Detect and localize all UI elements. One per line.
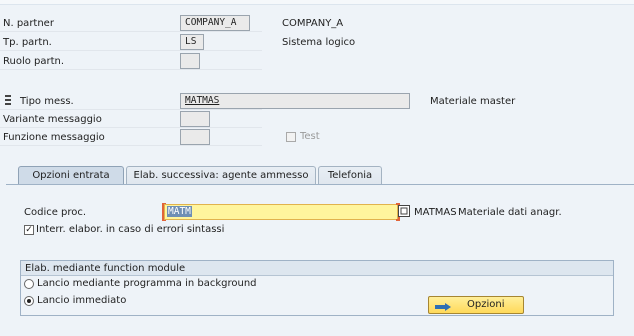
partner-no-desc: COMPANY_A [282, 18, 344, 29]
required-field-icon [4, 95, 12, 107]
message-function-label: Funzione messaggio [3, 132, 105, 143]
opzioni-button[interactable]: Opzioni [428, 296, 524, 314]
radio-immediate[interactable] [24, 296, 34, 306]
message-variant-label: Variante messaggio [3, 114, 102, 125]
arrow-right-icon [435, 301, 451, 311]
top-band [0, 0, 634, 5]
partner-type-label: Tp. partn. [3, 37, 52, 48]
row-divider [0, 145, 262, 146]
value-help-icon[interactable] [398, 205, 410, 217]
partner-role-label: Ruolo partn. [3, 56, 65, 67]
syntax-error-label: Interr. elabor. in caso di errori sintas… [36, 224, 225, 235]
tab-elab-successiva[interactable]: Elab. successiva: agente ammesso [126, 166, 316, 185]
message-type-label: Tipo mess. [20, 96, 74, 107]
row-divider [0, 50, 262, 51]
tab-opzioni-entrata[interactable]: Opzioni entrata [18, 166, 124, 185]
row-divider [0, 127, 262, 128]
row-divider [0, 31, 262, 32]
test-label: Test [300, 131, 320, 142]
message-function-field[interactable] [180, 129, 210, 145]
message-type-desc: Materiale master [430, 96, 516, 107]
partner-no-label: N. partner [3, 18, 54, 29]
partner-no-field[interactable]: COMPANY_A [180, 15, 250, 31]
test-checkbox[interactable] [286, 132, 296, 142]
syntax-error-checkbox[interactable]: ✓ [24, 225, 34, 235]
process-code-value: MATM [167, 206, 192, 217]
tab-telefonia[interactable]: Telefonia [318, 166, 382, 185]
processing-group-title: Elab. mediante function module [21, 261, 613, 276]
radio-background[interactable] [24, 279, 34, 289]
process-code-desc1: MATMAS [414, 207, 457, 218]
radio-immediate-label: Lancio immediato [37, 295, 127, 306]
partner-type-desc: Sistema logico [282, 37, 356, 48]
row-divider [0, 109, 262, 110]
partner-role-field[interactable] [180, 53, 200, 69]
process-code-input[interactable]: MATM [164, 204, 398, 220]
process-code-label: Codice proc. [24, 207, 87, 218]
tab-divider [6, 184, 634, 185]
message-type-field[interactable]: MATMAS [180, 93, 410, 109]
row-divider [0, 69, 262, 70]
radio-background-label: Lancio mediante programma in background [37, 278, 257, 289]
message-variant-field[interactable] [180, 111, 210, 127]
process-code-desc2: Materiale dati anagr. [458, 207, 562, 218]
partner-type-field[interactable]: LS [180, 34, 204, 50]
opzioni-button-label: Opzioni [467, 299, 505, 310]
